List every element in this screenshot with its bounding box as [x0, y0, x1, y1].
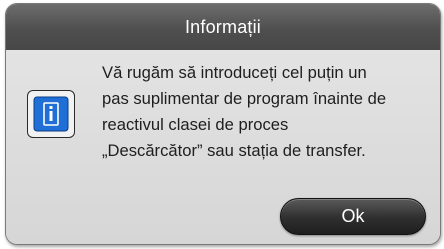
message-line: reactivul clasei de proces	[102, 115, 289, 134]
message-line: pas suplimentar de program înainte de	[102, 89, 387, 108]
dialog-title-bar: Informații	[6, 4, 440, 50]
information-dialog: Informații Vă rugăm să introduceți cel p…	[5, 3, 441, 245]
dialog-body: Vă rugăm să introduceți cel puțin un pas…	[6, 50, 440, 244]
info-icon	[33, 96, 69, 132]
ok-button-label: Ok	[341, 206, 365, 226]
dialog-message: Vă rugăm să introduceți cel puțin un pas…	[102, 60, 438, 164]
info-icon-frame	[27, 90, 75, 138]
message-line: Vă rugăm să introduceți cel puțin un	[102, 63, 367, 82]
ok-button[interactable]: Ok	[280, 198, 426, 235]
dialog-title: Informații	[184, 16, 262, 37]
message-line: „Descărcător” sau stația de transfer.	[102, 141, 366, 160]
